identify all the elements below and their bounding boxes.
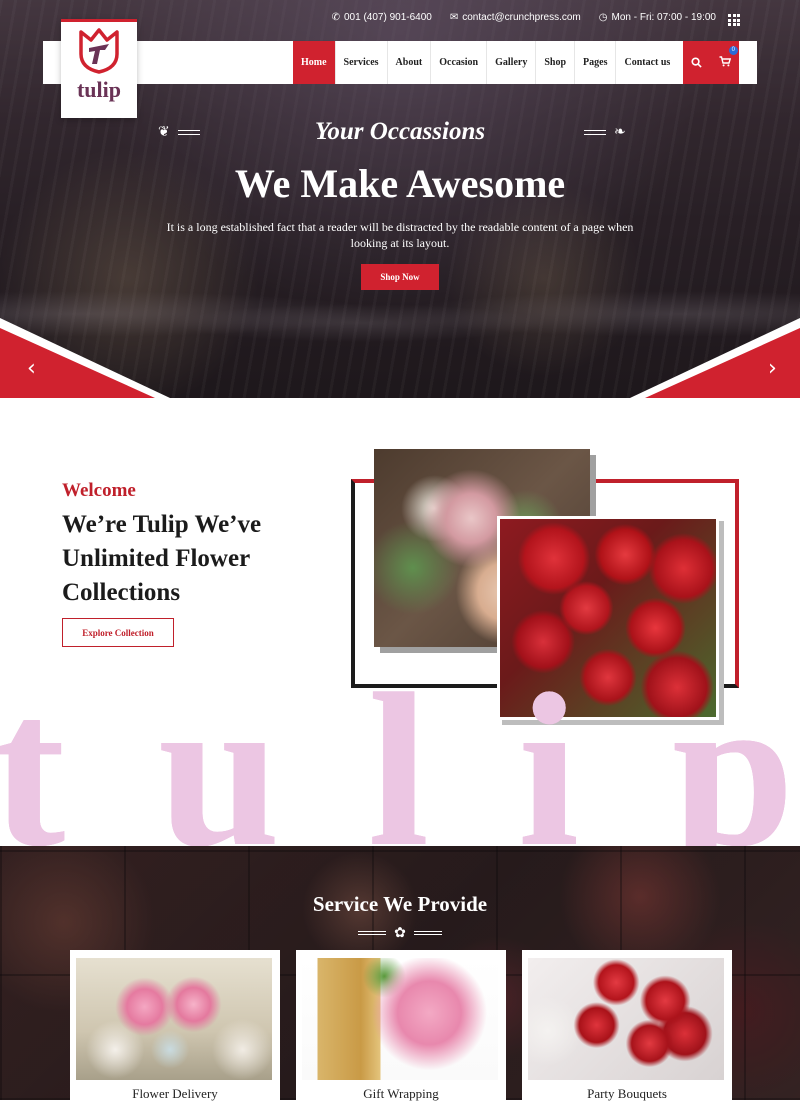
phone-text: 001 (407) 901-6400 bbox=[343, 12, 432, 23]
service-card-party-bouquets[interactable]: Party Bouquets bbox=[522, 950, 732, 1110]
nav-item-occasion[interactable]: Occasion bbox=[430, 41, 486, 84]
email-text: contact@crunchpress.com bbox=[462, 12, 581, 23]
about-title: We’re Tulip We’ve Unlimited Flower Colle… bbox=[62, 511, 262, 606]
tulip-watermark: t u l i p bbox=[0, 690, 800, 850]
watermark-letter: t bbox=[0, 690, 66, 850]
welcome-eyebrow: Welcome bbox=[62, 480, 136, 501]
grid-menu-icon[interactable] bbox=[728, 14, 740, 26]
prev-arrow-icon[interactable]: ‹ bbox=[27, 358, 36, 380]
hours-info: ◷ Mon - Fri: 07:00 - 19:00 bbox=[599, 12, 716, 23]
clock-icon: ◷ bbox=[598, 12, 608, 23]
service-image bbox=[302, 958, 498, 1080]
top-info-bar: ✆ 001 (407) 901-6400 ✉ contact@crunchpre… bbox=[332, 12, 716, 23]
logo-text: tulip bbox=[76, 77, 122, 102]
watermark-letter: i bbox=[518, 690, 580, 850]
cart-button[interactable]: 0 bbox=[719, 45, 738, 72]
nav-item-about[interactable]: About bbox=[386, 41, 431, 84]
hours-text: Mon - Fri: 07:00 - 19:00 bbox=[611, 12, 717, 23]
watermark-letter: l bbox=[368, 690, 430, 850]
nav-item-contact[interactable]: Contact us bbox=[615, 41, 678, 84]
phone-info[interactable]: ✆ 001 (407) 901-6400 bbox=[332, 12, 432, 23]
next-arrow-icon[interactable]: › bbox=[768, 358, 777, 380]
service-image bbox=[76, 958, 272, 1080]
watermark-letter: u bbox=[158, 690, 281, 850]
service-image bbox=[528, 958, 724, 1080]
hero-description: It is a long established fact that a rea… bbox=[166, 220, 634, 250]
nav-item-shop[interactable]: Shop bbox=[535, 41, 574, 84]
service-card-gift-wrapping[interactable]: Gift Wrapping bbox=[296, 950, 506, 1110]
nav-actions: 0 bbox=[683, 41, 739, 84]
services-ornament: ✿ bbox=[358, 925, 442, 941]
watermark-letter: p bbox=[672, 690, 795, 850]
main-menu: Home Services About Occasion Gallery Sho… bbox=[293, 41, 678, 84]
nav-item-pages[interactable]: Pages bbox=[574, 41, 615, 84]
tulip-logo-icon bbox=[79, 28, 119, 74]
cart-count-badge: 0 bbox=[728, 45, 738, 55]
email-info[interactable]: ✉ contact@crunchpress.com bbox=[450, 12, 581, 23]
explore-collection-button[interactable]: Explore Collection bbox=[62, 618, 174, 647]
phone-icon: ✆ bbox=[331, 12, 340, 23]
nav-item-services[interactable]: Services bbox=[334, 41, 387, 84]
search-icon[interactable] bbox=[691, 57, 702, 68]
mail-icon: ✉ bbox=[449, 12, 459, 23]
cart-icon bbox=[719, 55, 731, 66]
service-card-flower-delivery[interactable]: Flower Delivery bbox=[70, 950, 280, 1110]
shop-now-button[interactable]: Shop Now bbox=[361, 264, 439, 290]
hero-subtitle: Your Occassions bbox=[314, 118, 486, 145]
nav-item-home[interactable]: Home bbox=[293, 41, 335, 84]
hero-title: We Make Awesome bbox=[234, 161, 566, 206]
flower-ornament-icon: ✿ bbox=[394, 925, 406, 941]
site-logo[interactable]: tulip bbox=[61, 19, 137, 118]
services-title: Service We Provide bbox=[312, 892, 488, 916]
nav-item-gallery[interactable]: Gallery bbox=[486, 41, 535, 84]
